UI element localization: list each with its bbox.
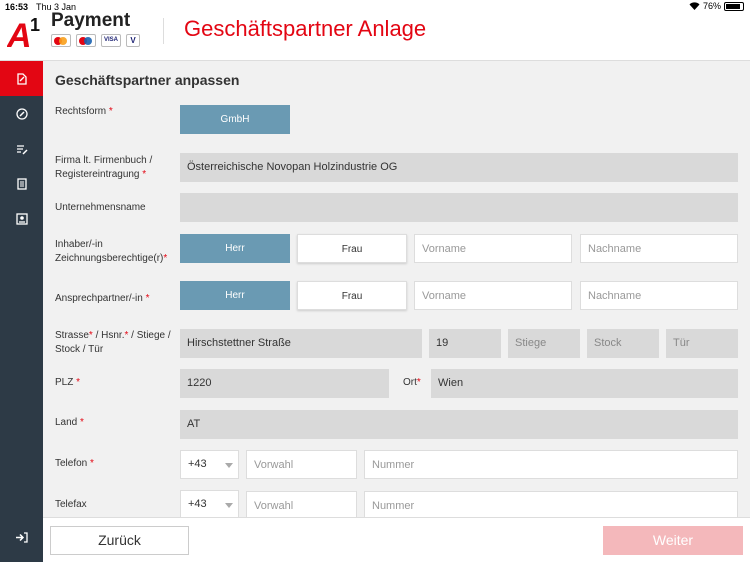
mastercard-icon	[51, 34, 71, 47]
header-divider	[163, 18, 164, 44]
logout-button[interactable]	[0, 522, 43, 552]
ansprech-nachname-input[interactable]: Nachname	[580, 281, 738, 310]
ansprechpartner-label: Ansprechpartner/-in *	[55, 293, 150, 304]
sidebar-item-new-partner[interactable]	[0, 61, 43, 96]
maestro-icon	[76, 34, 96, 47]
edit-document-icon	[16, 72, 27, 85]
stiege-field[interactable]: Stiege	[508, 329, 580, 358]
telefax-prefix-select[interactable]: +43	[180, 490, 239, 517]
rechtsform-select[interactable]: GmbH	[180, 105, 290, 134]
unternehmensname-field[interactable]	[180, 193, 738, 222]
inhaber-label: Inhaber/-in Zeichnungsberechtige(r)*	[55, 239, 168, 264]
telefon-nummer-input[interactable]: Nummer	[364, 450, 738, 479]
chevron-down-icon	[225, 463, 233, 468]
footer-bar: Zurück Weiter	[43, 517, 750, 562]
sidebar-item-explore[interactable]	[0, 96, 43, 131]
sidebar-item-list[interactable]	[0, 131, 43, 166]
wifi-icon	[689, 2, 700, 10]
svg-text:1: 1	[30, 15, 40, 35]
sidebar	[0, 61, 43, 562]
unternehmensname-label: Unternehmensname	[55, 202, 146, 213]
compass-icon	[15, 107, 28, 120]
form-panel: Geschäftspartner anpassen Rechtsform * G…	[43, 61, 750, 517]
status-right: 76%	[689, 1, 744, 11]
book-icon	[16, 177, 27, 190]
sidebar-item-documents[interactable]	[0, 166, 43, 201]
a1-logo: A 1	[7, 15, 40, 52]
hausnummer-field[interactable]: 19	[429, 329, 501, 358]
ansprech-herr-toggle[interactable]: Herr	[180, 281, 290, 310]
tuer-field[interactable]: Tür	[666, 329, 738, 358]
plz-field[interactable]: 1220	[180, 369, 389, 398]
inhaber-frau-toggle[interactable]: Frau	[297, 234, 407, 263]
telefon-prefix-select[interactable]: +43	[180, 450, 239, 479]
back-button[interactable]: Zurück	[50, 526, 189, 555]
visa-icon: VISA	[101, 34, 121, 47]
inbox-user-icon	[15, 212, 28, 225]
vpay-icon: V	[126, 34, 140, 47]
inhaber-herr-toggle[interactable]: Herr	[180, 234, 290, 263]
ort-field[interactable]: Wien	[431, 369, 738, 398]
app-header: A 1 Payment VISA V Geschäftspartner Anla…	[0, 10, 750, 61]
telefon-vorwahl-input[interactable]: Vorwahl	[246, 450, 357, 479]
strasse-field[interactable]: Hirschstettner Straße	[180, 329, 422, 358]
stock-field[interactable]: Stock	[587, 329, 659, 358]
plz-label: PLZ *	[55, 377, 81, 388]
battery-percent: 76%	[702, 1, 721, 11]
svg-text:A: A	[7, 17, 32, 52]
sidebar-item-contacts[interactable]	[0, 201, 43, 236]
strasse-label: Strasse* / Hsnr.* / Stiege / Stock / Tür	[55, 330, 171, 355]
rechtsform-label: Rechtsform *	[55, 106, 113, 117]
telefon-label: Telefon *	[55, 458, 94, 469]
ansprech-frau-toggle[interactable]: Frau	[297, 281, 407, 310]
next-button[interactable]: Weiter	[603, 526, 743, 555]
battery-icon	[724, 1, 744, 11]
telefax-nummer-input[interactable]: Nummer	[364, 491, 738, 517]
brand-name: Payment	[51, 10, 131, 31]
chevron-down-icon	[225, 503, 233, 508]
firma-label: Firma lt. Firmenbuch / Registereintragung…	[55, 155, 153, 180]
section-title: Geschäftspartner anpassen	[55, 72, 240, 88]
page-title: Geschäftspartner Anlage	[184, 16, 427, 41]
payment-card-logos: VISA V	[51, 34, 140, 47]
logout-icon	[16, 531, 28, 543]
ansprech-vorname-input[interactable]: Vorname	[414, 281, 572, 310]
inhaber-nachname-input[interactable]: Nachname	[580, 234, 738, 263]
telefax-vorwahl-input[interactable]: Vorwahl	[246, 491, 357, 517]
land-label: Land *	[55, 417, 84, 428]
land-field[interactable]: AT	[180, 410, 738, 439]
telefax-label: Telefax	[55, 499, 87, 510]
status-time: 16:53	[5, 2, 29, 12]
inhaber-vorname-input[interactable]: Vorname	[414, 234, 572, 263]
list-edit-icon	[16, 144, 28, 155]
firma-field[interactable]: Österreichische Novopan Holzindustrie OG	[180, 153, 738, 182]
ort-label: Ort*	[403, 377, 421, 388]
